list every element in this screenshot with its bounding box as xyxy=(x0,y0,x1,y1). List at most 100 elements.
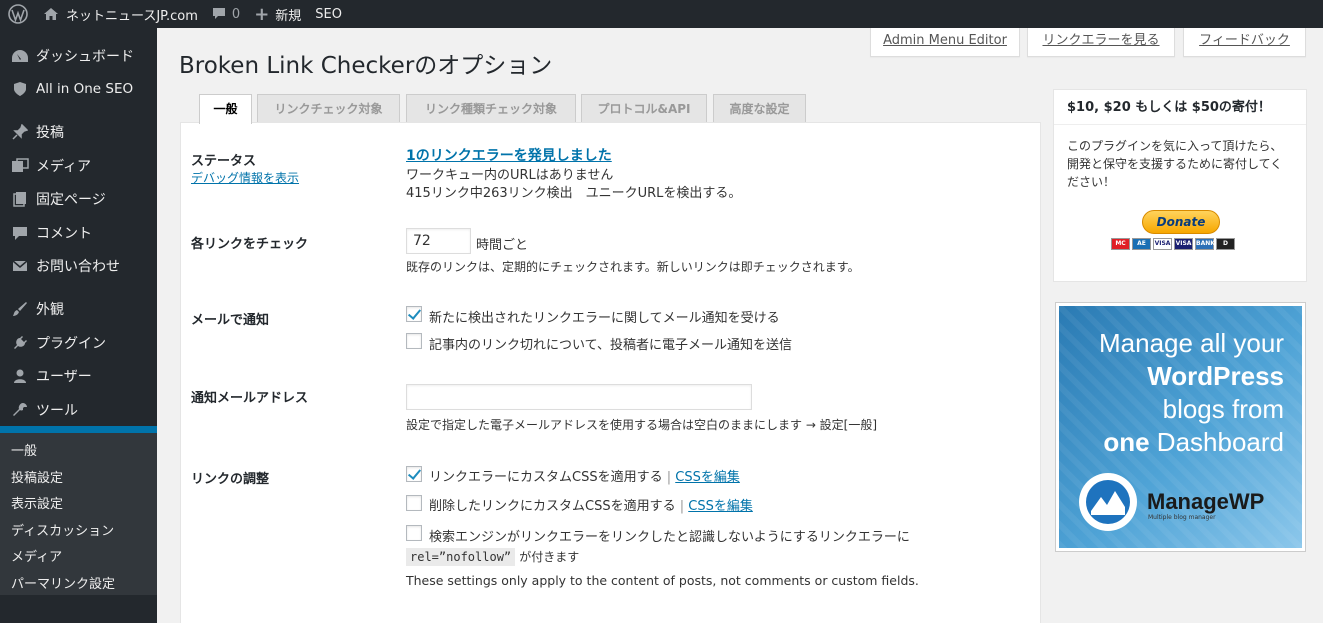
sidebar-item-dashboard[interactable]: ダッシュボード xyxy=(0,39,157,72)
check-every-label: 各リンクをチェック xyxy=(191,237,309,252)
removed-css-checkbox[interactable] xyxy=(406,495,422,511)
wrench-icon xyxy=(10,401,30,419)
sidebar-item-comments[interactable]: コメント xyxy=(0,216,157,249)
broken-css-option: リンクエラーにカスタムCSSを適用する | CSSを編集 xyxy=(429,470,740,485)
edit-broken-css-link[interactable]: CSSを編集 xyxy=(675,470,740,485)
submenu-item-reading[interactable]: 表示設定 xyxy=(0,492,157,519)
admin-bar: ネットニュースJP.com 0 + 新規 SEO xyxy=(0,0,1323,28)
seo-menu[interactable]: SEO xyxy=(308,0,349,28)
site-name: ネットニュースJP.com xyxy=(66,8,198,24)
donate-title: $10, $20 もしくは $50の寄付！ xyxy=(1054,90,1306,125)
nofollow-checkbox[interactable] xyxy=(406,525,422,541)
notify-authors-checkbox[interactable] xyxy=(406,333,422,349)
shield-icon xyxy=(10,80,30,98)
submenu-item-permalinks[interactable]: パーマリンク設定 xyxy=(0,572,157,599)
donate-box: $10, $20 もしくは $50の寄付！ このプラグインを気に入って頂けたら、… xyxy=(1053,89,1307,282)
amex-icon: AE xyxy=(1132,238,1151,250)
media-icon xyxy=(10,157,30,175)
pin-icon xyxy=(10,123,30,141)
ad-line-2: WordPress xyxy=(1147,361,1284,391)
new-label: 新規 xyxy=(275,8,302,24)
removed-css-option: 削除したリンクにカスタムCSSを適用する | CSSを編集 xyxy=(429,499,753,514)
brush-icon xyxy=(10,300,30,318)
sidebar-item-label: メディア xyxy=(36,158,92,175)
sidebar-item-label: 外観 xyxy=(36,302,64,319)
check-interval-unit: 時間ごと xyxy=(476,238,529,253)
sidebar-item-pages[interactable]: 固定ページ xyxy=(0,183,157,216)
sidebar-item-users[interactable]: ユーザー xyxy=(0,360,157,393)
nofollow-option-label: 検索エンジンがリンクエラーをリンクしたと認識しないようにするリンクエラーに xyxy=(429,530,910,545)
notify-address-label: 通知メールアドレス xyxy=(191,391,309,406)
seo-label: SEO xyxy=(315,6,342,22)
home-icon xyxy=(44,8,58,20)
sidebar-item-plugins[interactable]: プラグイン xyxy=(0,326,157,359)
sidebar-item-label: ツール xyxy=(36,402,78,419)
plus-icon: + xyxy=(254,3,270,25)
nofollow-code-line: rel=”nofollow” が付きます xyxy=(406,548,579,566)
page-icon xyxy=(10,190,30,208)
sidebar-item-label: お問い合わせ xyxy=(36,259,120,276)
check-interval-description: 既存のリンクは、定期的にチェックされます。新しいリンクは即チェックされます。 xyxy=(406,260,860,274)
donate-text: このプラグインを気に入って頂けたら、開発と保守を支援するために寄付してください！ xyxy=(1067,139,1283,189)
status-label: ステータス xyxy=(191,154,257,169)
tab-link-targets[interactable]: リンクチェック対象 xyxy=(257,94,400,123)
sidebar-item-all-in-one-seo[interactable]: All in One SEO xyxy=(0,72,157,105)
ad-line-4: one Dashboard xyxy=(1103,427,1284,457)
donate-button[interactable]: Donate xyxy=(1142,210,1220,234)
comment-icon xyxy=(212,8,225,19)
visa-icon: VISA xyxy=(1153,238,1172,250)
mail-icon xyxy=(10,257,30,275)
tab-protocols-api[interactable]: プロトコル&API xyxy=(581,94,707,123)
link-tweaks-label: リンクの調整 xyxy=(191,472,270,487)
admin-menu-editor-button[interactable]: Admin Menu Editor xyxy=(870,28,1020,57)
tab-link-types[interactable]: リンク種類チェック対象 xyxy=(406,94,576,123)
sidebar-item-posts[interactable]: 投稿 xyxy=(0,116,157,149)
settings-panel: ステータス デバッグ情報を表示 1のリンクエラーを発見しました ワークキュー内の… xyxy=(180,122,1041,623)
discover-icon: D xyxy=(1216,238,1235,250)
feedback-button[interactable]: フィードバック xyxy=(1183,28,1306,57)
submenu-item-media[interactable]: メディア xyxy=(0,545,157,572)
wordpress-logo-icon[interactable] xyxy=(0,0,36,28)
ad-line-3: blogs from xyxy=(1162,394,1284,424)
ad-tagline: Multiple blog manager xyxy=(1148,514,1216,521)
sidebar-item-appearance[interactable]: 外観 xyxy=(0,293,157,326)
sidebar-item-label: コメント xyxy=(36,225,92,242)
notify-address-description: 設定で指定した電子メールアドレスを使用する場合は空白のままにします → 設定[一… xyxy=(406,418,878,432)
payment-cards: MC AE VISA VISA BANK D xyxy=(1111,238,1235,250)
nofollow-code: rel=”nofollow” xyxy=(406,548,516,566)
check-interval-input[interactable]: 72 xyxy=(406,228,471,254)
ad-line-1: Manage all your xyxy=(1099,328,1284,358)
sidebar-item-contact[interactable]: お問い合わせ xyxy=(0,249,157,282)
edit-removed-css-link[interactable]: CSSを編集 xyxy=(688,499,753,514)
submenu-item-discussion[interactable]: ディスカッション xyxy=(0,519,157,546)
mastercard-icon: MC xyxy=(1111,238,1130,250)
visa-electron-icon: VISA xyxy=(1174,238,1193,250)
broken-links-found-link[interactable]: 1のリンクエラーを発見しました xyxy=(406,145,612,165)
dashboard-icon xyxy=(10,47,30,65)
submenu-item-writing[interactable]: 投稿設定 xyxy=(0,466,157,493)
site-name-link[interactable]: ネットニュースJP.com xyxy=(36,0,205,28)
tab-advanced[interactable]: 高度な設定 xyxy=(713,94,806,123)
view-broken-links-button[interactable]: リンクエラーを見る xyxy=(1027,28,1175,57)
settings-submenu: 一般 投稿設定 表示設定 ディスカッション メディア パーマリンク設定 xyxy=(0,433,157,595)
comments-count: 0 xyxy=(231,6,241,22)
submenu-item-general[interactable]: 一般 xyxy=(0,439,157,466)
status-link-count: 415リンク中263リンク検出 ユニークURLを検出する。 xyxy=(406,186,742,201)
plugin-icon xyxy=(10,334,30,352)
notify-email-input[interactable] xyxy=(406,384,752,410)
ad-brand: ManageWP xyxy=(1147,489,1265,514)
notify-new-broken-checkbox[interactable] xyxy=(406,306,422,322)
email-notify-label: メールで通知 xyxy=(191,313,270,328)
new-content-link[interactable]: + 新規 xyxy=(247,0,308,28)
broken-css-checkbox[interactable] xyxy=(406,466,422,482)
sidebar-item-media[interactable]: メディア xyxy=(0,149,157,182)
comments-link[interactable]: 0 xyxy=(205,0,247,28)
managewp-ad[interactable]: Manage all your WordPress blogs from one… xyxy=(1055,302,1306,552)
sidebar-item-label: 投稿 xyxy=(36,125,64,142)
user-icon xyxy=(10,367,30,385)
page-title: Broken Link Checkerのオプション xyxy=(179,53,553,79)
tab-general[interactable]: 一般 xyxy=(199,94,252,124)
debug-info-link[interactable]: デバッグ情報を表示 xyxy=(191,169,299,186)
sidebar-item-tools[interactable]: ツール xyxy=(0,393,157,426)
sidebar-item-label: ダッシュボード xyxy=(36,48,134,65)
